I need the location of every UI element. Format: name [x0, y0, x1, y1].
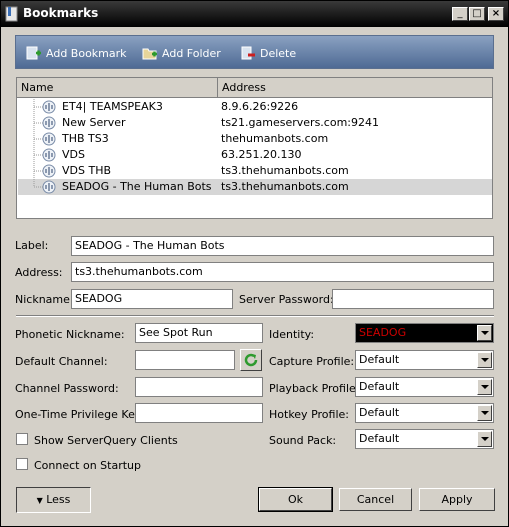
bookmark-address: ts21.gameservers.com:9241 [221, 116, 379, 129]
bookmark-row[interactable]: ET4| TEAMSPEAK3 8.9.6.26:9226 [18, 99, 492, 115]
hotkey-dropdown-arrow-icon[interactable] [477, 405, 492, 421]
nickname-input[interactable]: SEADOG [71, 289, 233, 309]
sound-pack-value: Default [359, 432, 400, 445]
phonetic-nickname-label: Phonetic Nickname: [15, 328, 125, 341]
identity-select[interactable]: SEADOG [355, 323, 494, 343]
delete-label: Delete [260, 46, 297, 60]
channel-password-label: Channel Password: [15, 382, 119, 395]
bookmark-name: THB TS3 [62, 132, 109, 145]
cancel-button[interactable]: Cancel [339, 488, 412, 511]
playback-profile-select[interactable]: Default [355, 377, 494, 397]
identity-dropdown-arrow-icon[interactable] [477, 325, 492, 341]
playback-profile-label: Playback Profile: [269, 382, 360, 395]
bookmark-address: thehumanbots.com [221, 132, 329, 145]
server-icon [42, 100, 56, 114]
bookmark-name: SEADOG - The Human Bots [62, 180, 212, 193]
identity-label: Identity: [269, 328, 315, 341]
column-header-address[interactable]: Address [218, 78, 492, 97]
privilege-key-input[interactable] [135, 403, 263, 423]
add-folder-icon [142, 48, 157, 60]
bookmark-row[interactable]: New Server ts21.gameservers.com:9241 [18, 115, 492, 131]
bookmark-row[interactable]: VDS 63.251.20.130 [18, 147, 492, 163]
ok-button[interactable]: Ok [258, 487, 333, 512]
less-button-label: Less [46, 493, 71, 506]
hotkey-profile-label: Hotkey Profile: [269, 408, 349, 421]
playback-dropdown-arrow-icon[interactable] [477, 379, 492, 395]
server-icon [42, 132, 56, 146]
capture-profile-label: Capture Profile: [269, 355, 355, 368]
server-icon [42, 180, 56, 194]
connect-on-startup-checkbox[interactable] [16, 458, 28, 470]
add-folder-label: Add Folder [162, 46, 221, 60]
channel-password-input[interactable] [135, 377, 263, 397]
capture-dropdown-arrow-icon[interactable] [477, 352, 492, 368]
refresh-channels-button[interactable] [240, 349, 262, 371]
window-title: Bookmarks [23, 6, 99, 20]
apply-button[interactable]: Apply [419, 488, 495, 511]
sound-pack-dropdown-arrow-icon[interactable] [477, 431, 492, 447]
bookmarks-toolbar: Add Bookmark Add Folder Delete [15, 35, 494, 69]
default-channel-input[interactable] [135, 350, 235, 370]
add-folder-button[interactable]: Add Folder [142, 45, 221, 61]
hotkey-profile-select[interactable]: Default [355, 403, 494, 423]
phonetic-nickname-input[interactable]: See Spot Run [135, 323, 263, 343]
privilege-key-label: One-Time Privilege Key: [15, 408, 145, 421]
label-field-label: Label: [15, 239, 49, 252]
show-serverquery-label[interactable]: Show ServerQuery Clients [34, 434, 178, 447]
chevron-down-icon: ▼ [36, 496, 43, 505]
bookmark-name: VDS [62, 148, 85, 161]
delete-icon [241, 46, 255, 60]
form-divider [16, 315, 494, 317]
capture-profile-select[interactable]: Default [355, 350, 494, 370]
delete-button[interactable]: Delete [240, 45, 296, 61]
add-bookmark-label: Add Bookmark [46, 46, 127, 60]
nickname-field-label: Nickname: [15, 293, 74, 306]
address-field-label: Address: [15, 266, 63, 279]
bookmark-row[interactable]: VDS THB ts3.thehumanbots.com [18, 163, 492, 179]
bookmark-name: ET4| TEAMSPEAK3 [62, 100, 163, 113]
sound-pack-label: Sound Pack: [269, 434, 337, 447]
less-button[interactable]: ▼ Less [16, 487, 91, 513]
capture-profile-value: Default [359, 353, 400, 366]
bookmark-name: New Server [62, 116, 126, 129]
bookmark-row[interactable]: SEADOG - The Human Bots ts3.thehumanbots.… [18, 179, 492, 195]
add-bookmark-button[interactable]: Add Bookmark [26, 45, 127, 61]
bookmark-address: 8.9.6.26:9226 [221, 100, 299, 113]
show-serverquery-checkbox[interactable] [16, 433, 28, 445]
maximize-button[interactable]: □ [469, 7, 485, 21]
bookmarks-app-icon [5, 6, 18, 22]
column-header-name[interactable]: Name [17, 78, 218, 97]
refresh-icon [244, 353, 258, 367]
address-input[interactable]: ts3.thehumanbots.com [71, 262, 494, 282]
bookmark-address: ts3.thehumanbots.com [221, 180, 349, 193]
close-button[interactable]: × [488, 7, 504, 21]
bookmarks-window: Bookmarks _ □ × Add Bookmark Add Folder … [0, 0, 509, 527]
server-password-input[interactable] [332, 289, 494, 309]
sound-pack-select[interactable]: Default [355, 429, 494, 449]
server-icon [42, 148, 56, 162]
bookmark-address: ts3.thehumanbots.com [221, 164, 349, 177]
bookmark-address: 63.251.20.130 [221, 148, 302, 161]
title-bar[interactable]: Bookmarks _ □ × [1, 1, 508, 27]
identity-value: SEADOG [359, 326, 407, 339]
bookmark-name: VDS THB [62, 164, 112, 177]
bookmark-list[interactable]: Name Address ET4| TEAMSPEAK3 8.9.6.26:922… [16, 77, 493, 219]
list-header: Name Address [17, 78, 492, 98]
bookmark-row[interactable]: THB TS3 thehumanbots.com [18, 131, 492, 147]
server-icon [42, 164, 56, 178]
label-input[interactable]: SEADOG - The Human Bots [71, 236, 494, 256]
playback-profile-value: Default [359, 380, 400, 393]
default-channel-label: Default Channel: [15, 355, 108, 368]
server-password-label: Server Password: [239, 293, 334, 306]
add-bookmark-icon [26, 46, 41, 60]
connect-on-startup-label[interactable]: Connect on Startup [34, 459, 141, 472]
minimize-button[interactable]: _ [452, 7, 468, 21]
hotkey-profile-value: Default [359, 406, 400, 419]
server-icon [42, 116, 56, 130]
